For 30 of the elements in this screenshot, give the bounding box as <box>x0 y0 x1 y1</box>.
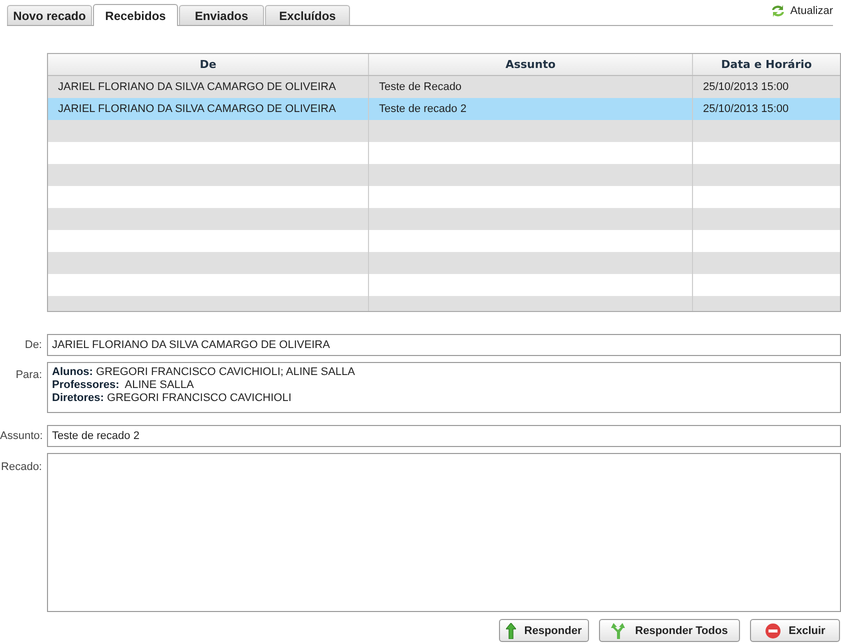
table-cell-text: 25/10/2013 15:00 <box>702 80 790 95</box>
delete-icon <box>764 622 781 638</box>
column-header[interactable]: De <box>48 54 369 75</box>
recipient-line: Professores: ALINE SALLA <box>52 379 195 391</box>
field-label: Assunto: <box>0 429 44 444</box>
table-row[interactable]: JARIEL FLORIANO DA SILVA CAMARGO DE OLIVEIRA Teste de recado 2 25/10/2013 15:00 <box>48 98 840 120</box>
delete-button[interactable]: Excluir <box>750 619 840 642</box>
field-label: De: <box>24 338 43 353</box>
table-row[interactable]: JARIEL FLORIANO DA SILVA CAMARGO DE OLIVEIRA Teste de Recado 25/10/2013 15:00 <box>48 76 840 98</box>
refresh-icon <box>770 4 786 18</box>
column-header[interactable]: Assunto <box>369 54 693 75</box>
subject-field[interactable]: Teste de recado 2 <box>47 425 841 447</box>
tab[interactable]: Novo recado <box>7 5 92 25</box>
recipients-field[interactable]: Alunos: GREGORI FRANCISCO CAVICHIOLI; ALINE SALLA Professores: ALINE SALLA Diretores: GREGORI FRANCISCO CAVICHIOLI <box>47 362 841 413</box>
reply-button[interactable]: Responder <box>499 619 589 642</box>
fork-arrow-icon <box>611 622 628 638</box>
message-field[interactable] <box>47 453 841 612</box>
sender-field[interactable]: JARIEL FLORIANO DA SILVA CAMARGO DE OLIVEIRA <box>47 334 841 356</box>
arrow-up-icon <box>506 622 516 638</box>
table-cell-text: 25/10/2013 15:00 <box>702 102 790 117</box>
recipient-line: Alunos: GREGORI FRANCISCO CAVICHIOLI; ALINE SALLA <box>52 366 356 378</box>
column-header[interactable]: Data e Horário <box>693 54 840 75</box>
field-label: Recado: <box>0 460 43 475</box>
refresh-button[interactable]: Atualizar <box>770 4 833 18</box>
tab[interactable]: Enviados <box>179 5 264 25</box>
recipient-line: Diretores: GREGORI FRANCISCO CAVICHIOLI <box>52 392 292 404</box>
tab[interactable]: Excluídos <box>265 5 350 25</box>
field-label: Para: <box>14 368 43 383</box>
reply-button[interactable]: Responder Todos <box>599 619 740 642</box>
tab[interactable]: Recebidos <box>93 4 178 26</box>
